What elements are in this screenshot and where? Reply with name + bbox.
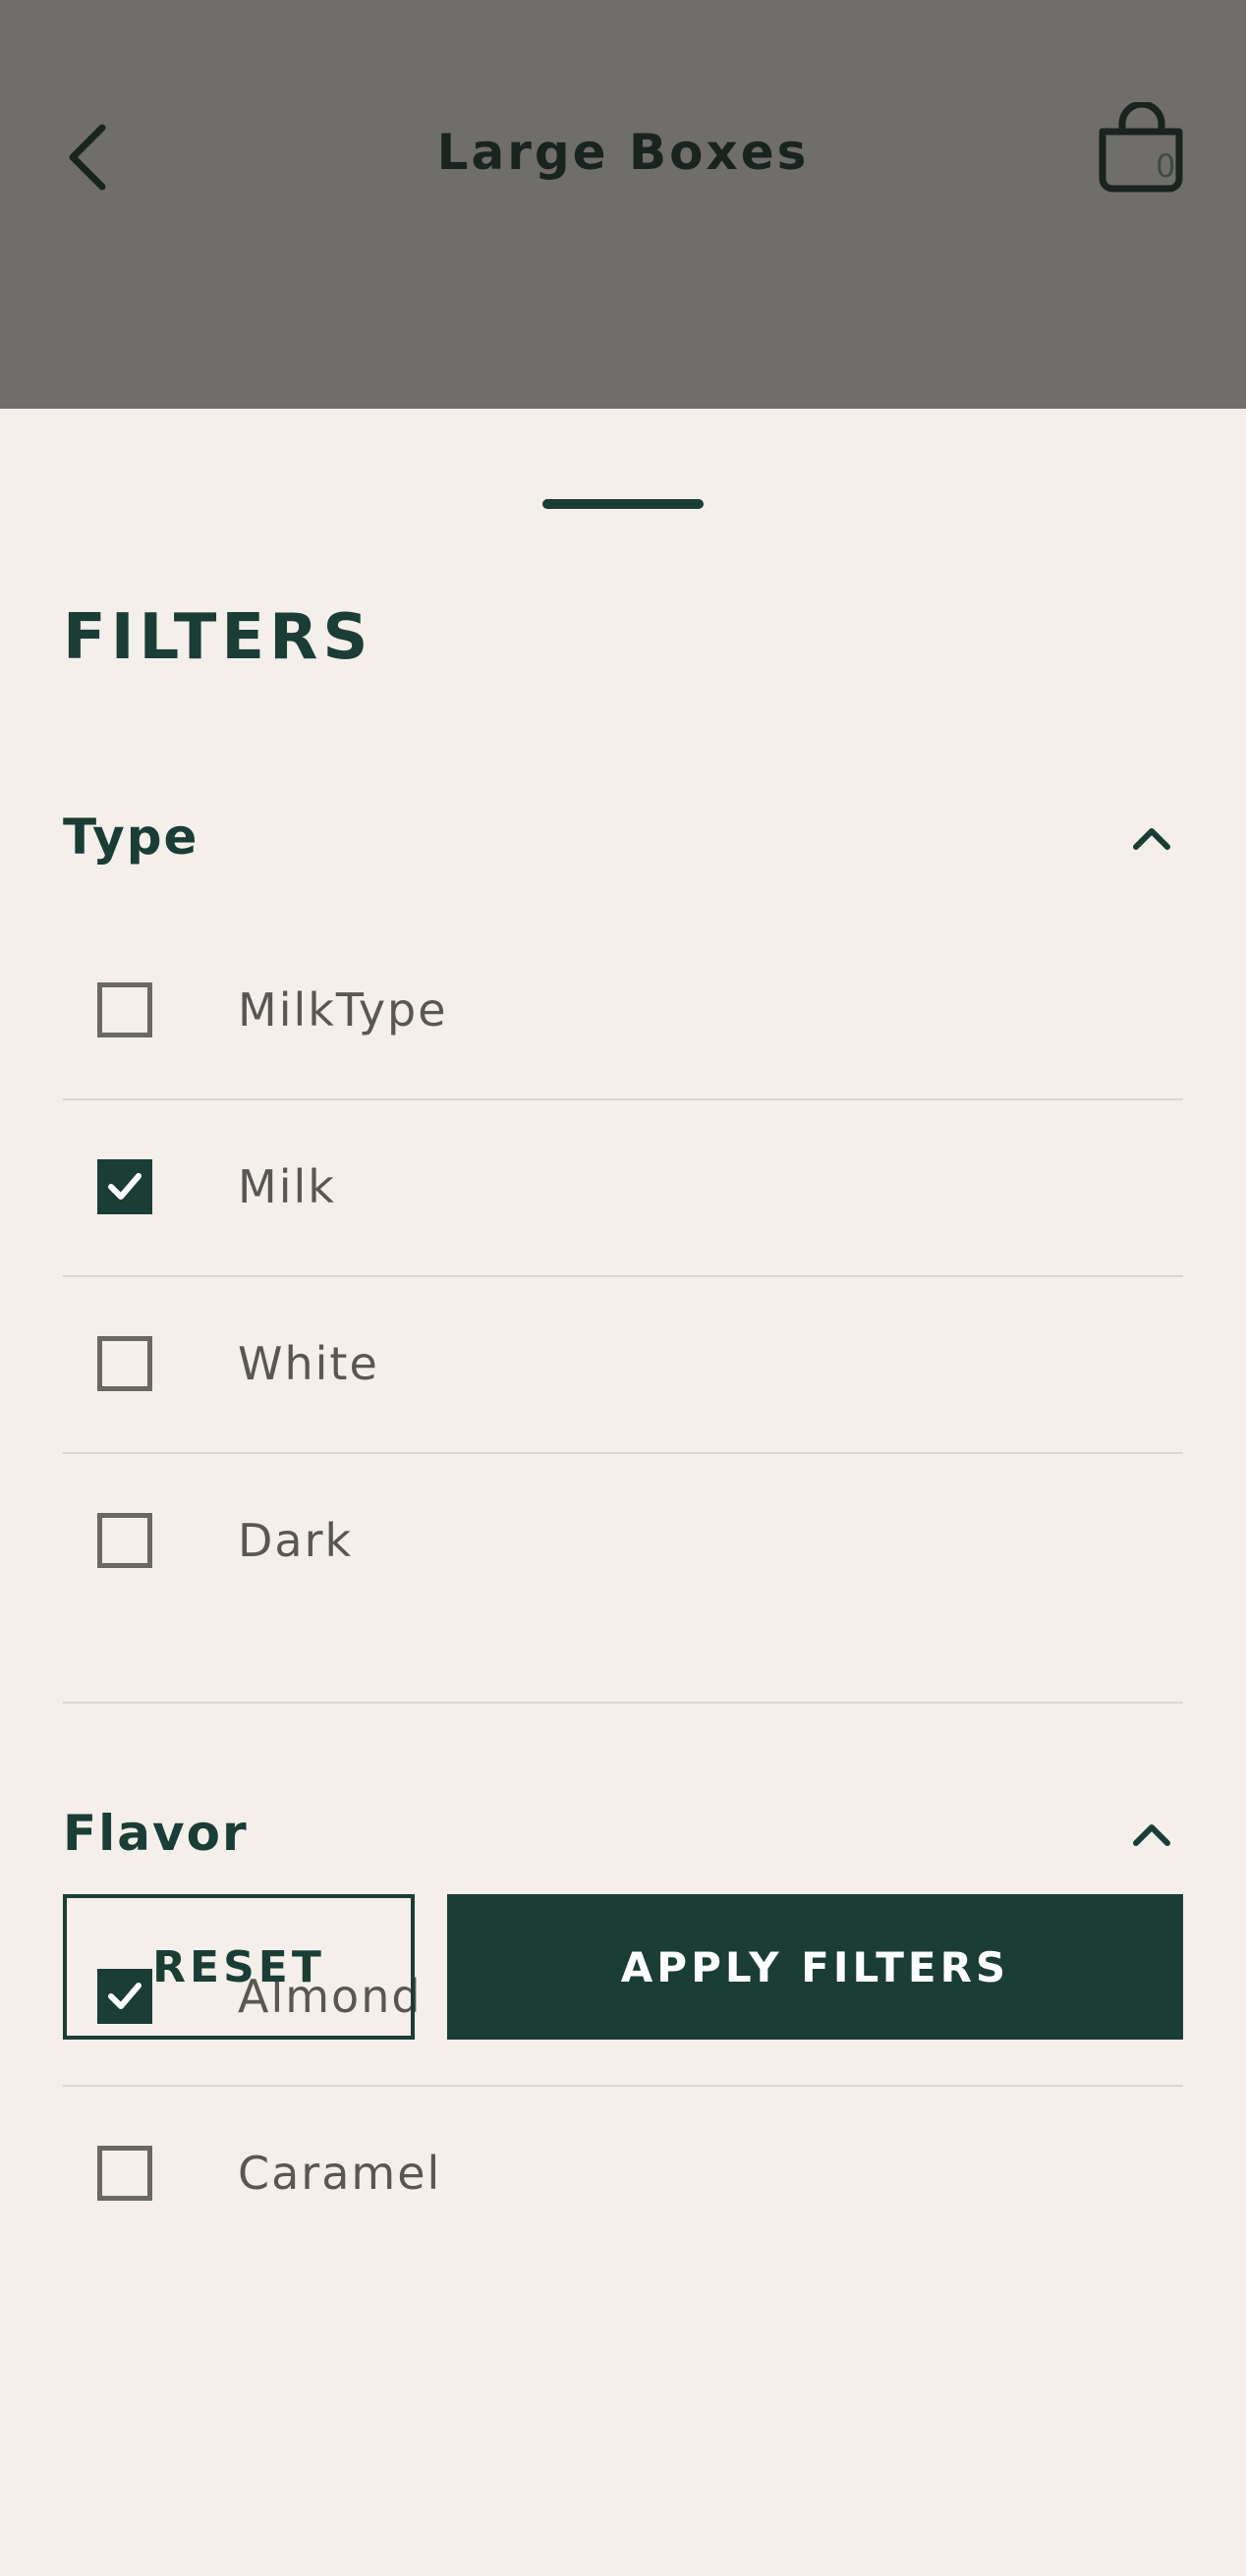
checkbox[interactable] xyxy=(97,1513,152,1568)
sheet-grabber[interactable] xyxy=(542,499,704,509)
section-header-flavor[interactable]: Flavor xyxy=(63,1794,1183,1873)
cart-count-badge: 0 xyxy=(1156,147,1176,185)
shopping-bag-icon xyxy=(1099,100,1183,193)
filter-option-milk[interactable]: Milk xyxy=(63,1098,1183,1277)
cart-button[interactable] xyxy=(1093,100,1191,196)
apply-filters-button[interactable]: APPLY FILTERS xyxy=(447,1894,1183,2040)
filter-option-white[interactable]: White xyxy=(63,1275,1183,1454)
section-divider xyxy=(63,1702,1183,1704)
chevron-up-icon[interactable] xyxy=(1130,817,1173,857)
option-label: Caramel xyxy=(238,2147,442,2200)
option-label: Dark xyxy=(238,1514,354,1567)
top-bar: Large Boxes 0 xyxy=(0,0,1246,409)
chevron-up-icon[interactable] xyxy=(1130,1814,1173,1853)
checkbox[interactable] xyxy=(97,982,152,1037)
page-title: Large Boxes xyxy=(436,124,810,181)
filter-option-dark[interactable]: Dark xyxy=(63,1452,1183,1629)
section-title: Type xyxy=(63,809,199,866)
filters-sheet: FILTERS Type MilkType Milk White Dark Fl… xyxy=(0,409,1246,2576)
reset-button[interactable]: RESET xyxy=(63,1894,415,2040)
section-title: Flavor xyxy=(63,1805,249,1862)
option-label: Milk xyxy=(238,1160,336,1213)
checkbox[interactable] xyxy=(97,1336,152,1391)
filter-option-milktype[interactable]: MilkType xyxy=(63,922,1183,1100)
checkmark-icon xyxy=(108,1173,142,1200)
option-label: White xyxy=(238,1337,379,1390)
checkbox[interactable] xyxy=(97,2146,152,2201)
section-header-type[interactable]: Type xyxy=(63,798,1183,876)
checkbox[interactable] xyxy=(97,1159,152,1214)
option-label: MilkType xyxy=(238,983,448,1036)
filters-title: FILTERS xyxy=(63,601,373,674)
filter-option-caramel[interactable]: Caramel xyxy=(63,2085,1183,2262)
